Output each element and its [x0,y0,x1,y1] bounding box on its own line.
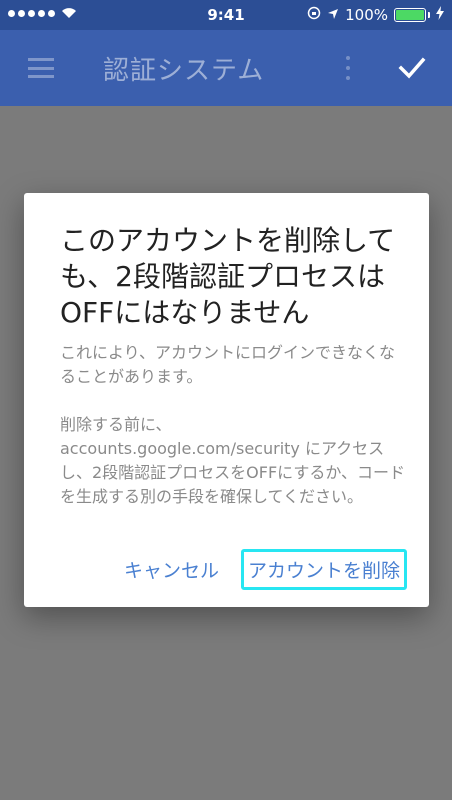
overflow-icon[interactable] [346,56,350,80]
cancel-button[interactable]: キャンセル [118,550,225,589]
dialog-body: これにより、アカウントにログインできなくなることがあります。 削除する前に、ac… [60,341,410,533]
rotation-lock-icon [307,6,321,24]
delete-account-button[interactable]: アカウントを削除 [240,549,407,590]
dialog-body-paragraph-2: 削除する前に、accounts.google.com/security にアクセ… [60,415,406,506]
charging-icon [436,6,444,24]
battery-icon [394,8,426,22]
check-icon[interactable] [398,56,426,80]
status-right: 100% [307,6,444,24]
dialog-body-paragraph-1: これにより、アカウントにログインできなくなることがあります。 [60,343,396,386]
location-icon [327,6,339,24]
app-bar: 認証システム [0,30,452,106]
menu-icon[interactable] [28,58,54,78]
battery-tip [428,12,430,18]
delete-account-dialog: このアカウントを削除しても、2段階認証プロセスはOFFにはなりません これにより… [24,193,429,607]
battery-percent: 100% [345,6,388,24]
dialog-actions: キャンセル アカウントを削除 [118,549,407,590]
app-title: 認証システム [103,56,265,86]
dialog-title: このアカウントを削除しても、2段階認証プロセスはOFFにはなりません [60,224,396,329]
status-bar: 9:41 100% [0,0,452,30]
